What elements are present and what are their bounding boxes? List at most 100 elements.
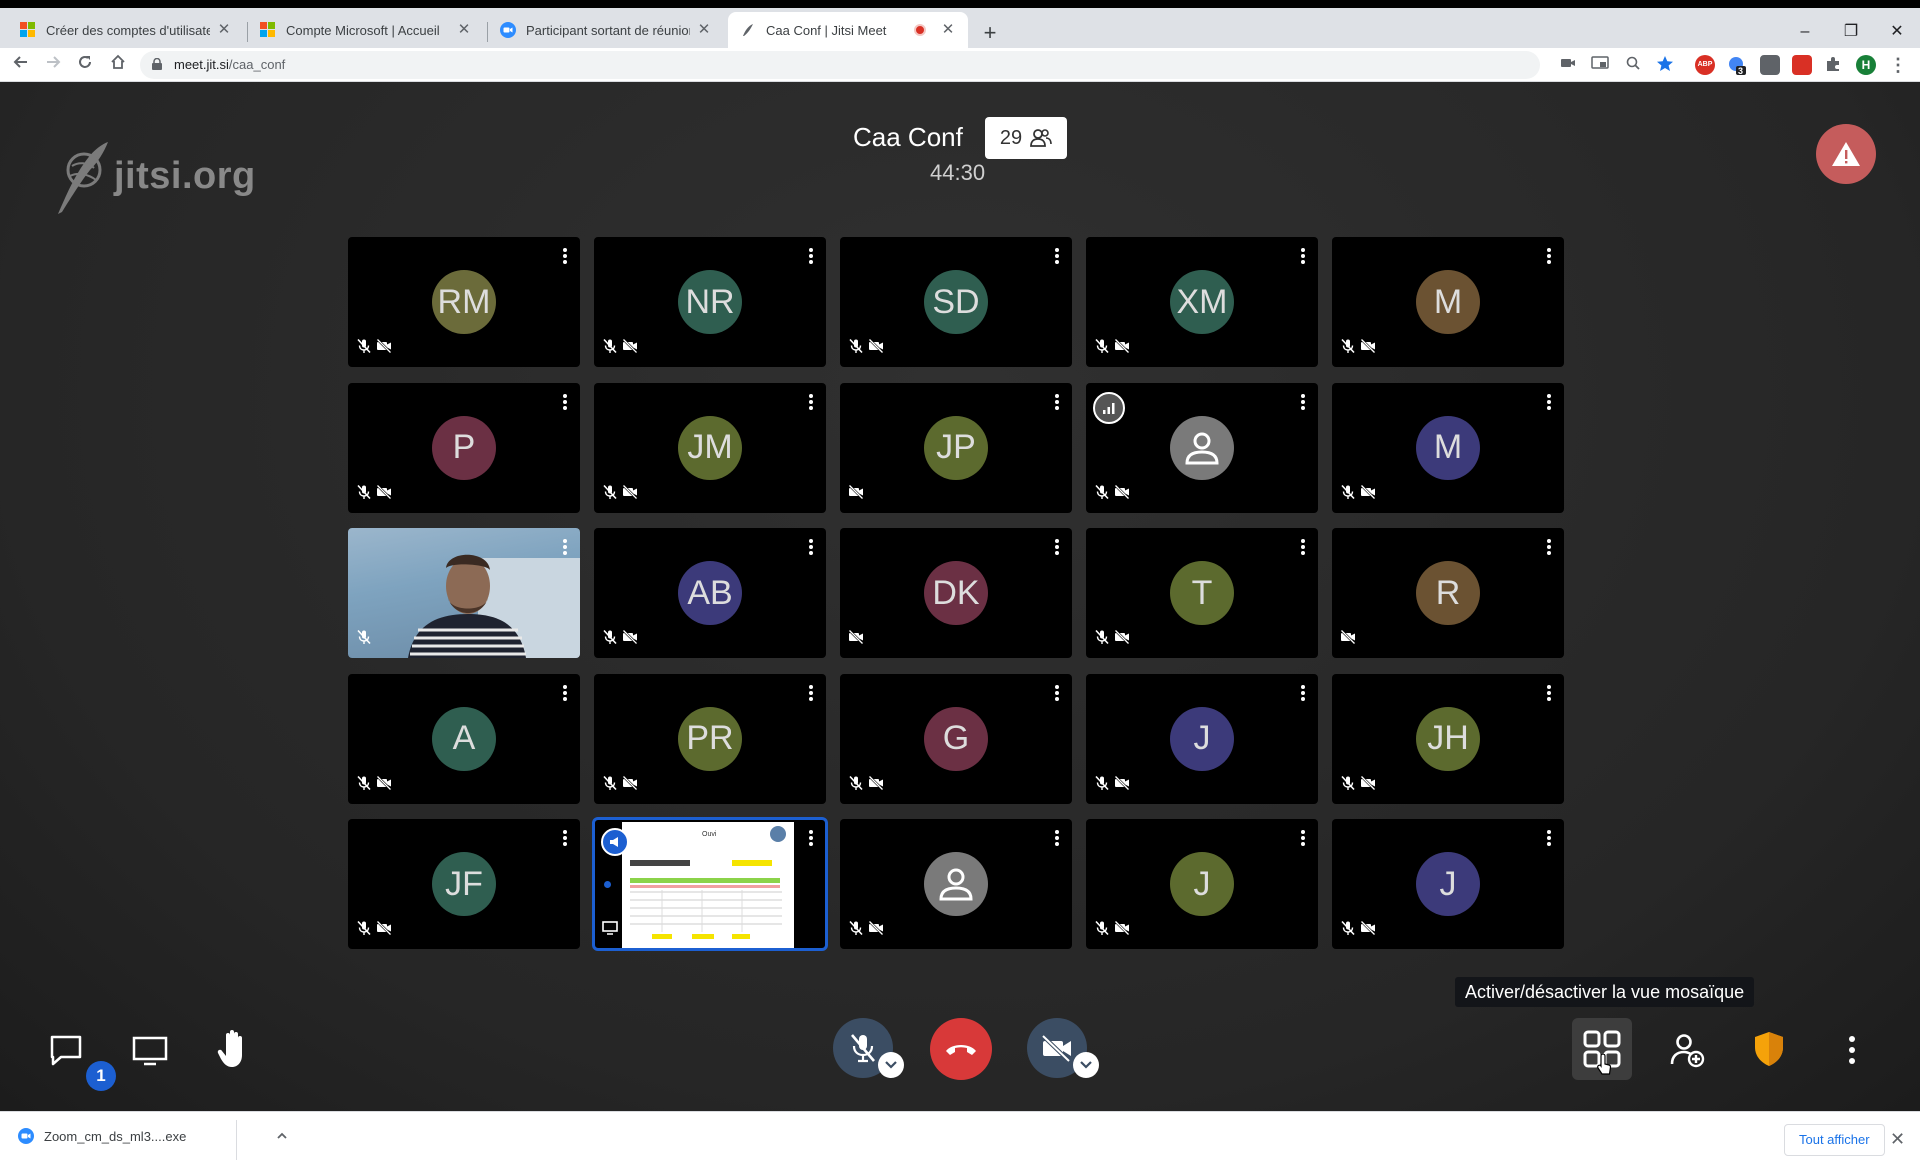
profile-avatar[interactable]: H [1856, 55, 1876, 75]
participant-tile[interactable]: JH [1332, 673, 1564, 804]
bookmark-star-icon[interactable] [1655, 55, 1675, 75]
close-window-button[interactable]: ✕ [1874, 20, 1920, 44]
tab-compte-microsoft[interactable]: Compte Microsoft | Accueil ✕ [248, 12, 484, 48]
browser-menu-icon[interactable]: ⋮ [1888, 55, 1908, 75]
close-download-shelf-icon[interactable]: ✕ [1890, 1129, 1905, 1150]
tile-menu-icon[interactable] [1546, 247, 1552, 265]
tile-menu-icon[interactable] [1300, 393, 1306, 411]
tile-menu-icon[interactable] [1546, 829, 1552, 847]
connection-quality-icon[interactable] [1093, 391, 1125, 424]
participant-tile[interactable]: PR [594, 673, 826, 804]
home-icon[interactable] [106, 53, 130, 77]
extension-icon[interactable] [1760, 55, 1780, 75]
connection-warning-button[interactable] [1816, 124, 1876, 184]
forward-icon[interactable] [41, 53, 65, 77]
invite-button[interactable] [1668, 1030, 1708, 1070]
mic-options-button[interactable] [878, 1052, 904, 1078]
participant-tile[interactable]: P [348, 382, 580, 513]
participant-tile[interactable]: J [1086, 673, 1318, 804]
extension-badge-icon[interactable]: 3 [1727, 55, 1747, 76]
camera-blocked-icon[interactable] [1558, 55, 1578, 75]
address-bar[interactable]: meet.jit.si/caa_conf [140, 51, 1540, 79]
tab-close-icon[interactable]: ✕ [940, 22, 956, 38]
tile-menu-icon[interactable] [562, 684, 568, 702]
hangup-button[interactable] [930, 1018, 992, 1080]
show-all-downloads-button[interactable]: Tout afficher [1784, 1124, 1885, 1156]
tile-menu-icon[interactable] [1546, 684, 1552, 702]
participant-tile[interactable]: AB [594, 528, 826, 658]
participant-tile[interactable]: SD [840, 237, 1072, 367]
tile-menu-icon[interactable] [1300, 247, 1306, 265]
camera-off-status-icon [376, 775, 392, 796]
security-options-button[interactable] [1752, 1028, 1786, 1070]
participant-tile[interactable]: J [1332, 819, 1564, 949]
tile-menu-icon[interactable] [562, 393, 568, 411]
tile-menu-icon[interactable] [562, 247, 568, 265]
tab-close-icon[interactable]: ✕ [456, 22, 472, 38]
tile-menu-icon[interactable] [562, 829, 568, 847]
tile-menu-icon[interactable] [1054, 684, 1060, 702]
tile-menu-icon[interactable] [808, 393, 814, 411]
chat-button[interactable] [46, 1032, 86, 1068]
tile-menu-icon[interactable] [1300, 538, 1306, 556]
participant-tile[interactable]: A [348, 673, 580, 804]
zoom-level-icon[interactable] [1623, 55, 1643, 75]
tab-zoom-participant[interactable]: Participant sortant de réunion - Z ✕ [488, 12, 724, 48]
participant-tile[interactable]: Ouvi [592, 817, 828, 951]
tab-close-icon[interactable]: ✕ [696, 22, 712, 38]
participant-tile[interactable]: JM [594, 382, 826, 513]
adblock-extension-icon[interactable]: ABP [1695, 55, 1715, 75]
participant-tile[interactable]: M [1332, 382, 1564, 513]
participant-tile[interactable] [840, 819, 1072, 949]
participant-tile[interactable]: RM [348, 237, 580, 367]
tile-menu-icon[interactable] [808, 538, 814, 556]
participant-tile[interactable]: M [1332, 237, 1564, 367]
chevron-up-icon[interactable] [276, 1130, 288, 1142]
participant-tile[interactable]: G [840, 673, 1072, 804]
tile-menu-icon[interactable] [1300, 684, 1306, 702]
participant-tile[interactable]: JF [348, 819, 580, 949]
new-tab-button[interactable]: + [976, 20, 1004, 48]
tile-menu-icon[interactable] [1300, 829, 1306, 847]
minimize-button[interactable]: – [1782, 20, 1828, 44]
participant-tile[interactable] [348, 528, 580, 658]
participant-tile[interactable]: R [1332, 528, 1564, 658]
tile-menu-icon[interactable] [562, 538, 568, 556]
participant-tile[interactable]: XM [1086, 237, 1318, 367]
participant-tile[interactable]: JP [840, 382, 1072, 513]
screenshare-button[interactable] [130, 1034, 170, 1068]
tile-menu-icon[interactable] [808, 247, 814, 265]
more-actions-button[interactable] [1842, 1030, 1862, 1070]
camera-off-status-icon [1360, 775, 1376, 796]
tile-menu-icon[interactable] [1546, 538, 1552, 556]
participant-count-badge[interactable]: 29 [985, 117, 1067, 159]
mic-muted-status-icon [602, 775, 618, 796]
back-icon[interactable] [9, 53, 33, 77]
participant-tile[interactable] [1086, 382, 1318, 513]
tile-menu-icon[interactable] [1546, 393, 1552, 411]
participant-tile[interactable]: DK [840, 528, 1072, 658]
reload-icon[interactable] [73, 53, 97, 77]
jitsi-watermark[interactable]: jitsi.org [54, 136, 256, 216]
tile-menu-icon[interactable] [808, 829, 814, 847]
tile-menu-icon[interactable] [1054, 247, 1060, 265]
camera-off-icon [1041, 1034, 1071, 1063]
participant-tile[interactable]: NR [594, 237, 826, 367]
extension-red-icon[interactable] [1792, 55, 1812, 75]
cast-icon[interactable] [1590, 55, 1610, 75]
tile-view-tooltip: Activer/désactiver la vue mosaïque [1455, 977, 1755, 1007]
participant-tile[interactable]: J [1086, 819, 1318, 949]
camera-options-button[interactable] [1073, 1052, 1099, 1078]
raise-hand-button[interactable] [214, 1028, 254, 1070]
tab-creer-comptes[interactable]: Créer des comptes d'utilisateur d ✕ [8, 12, 244, 48]
tab-jitsi-meet[interactable]: Caa Conf | Jitsi Meet ✕ [728, 12, 968, 48]
tile-menu-icon[interactable] [1054, 538, 1060, 556]
tile-menu-icon[interactable] [1054, 393, 1060, 411]
download-item[interactable]: Zoom_cm_ds_ml3....exe [18, 1128, 288, 1144]
participant-tile[interactable]: T [1086, 528, 1318, 658]
puzzle-extensions-icon[interactable] [1823, 55, 1843, 75]
tab-close-icon[interactable]: ✕ [216, 22, 232, 38]
tile-menu-icon[interactable] [808, 684, 814, 702]
restore-button[interactable]: ❐ [1828, 20, 1874, 44]
tile-menu-icon[interactable] [1054, 829, 1060, 847]
